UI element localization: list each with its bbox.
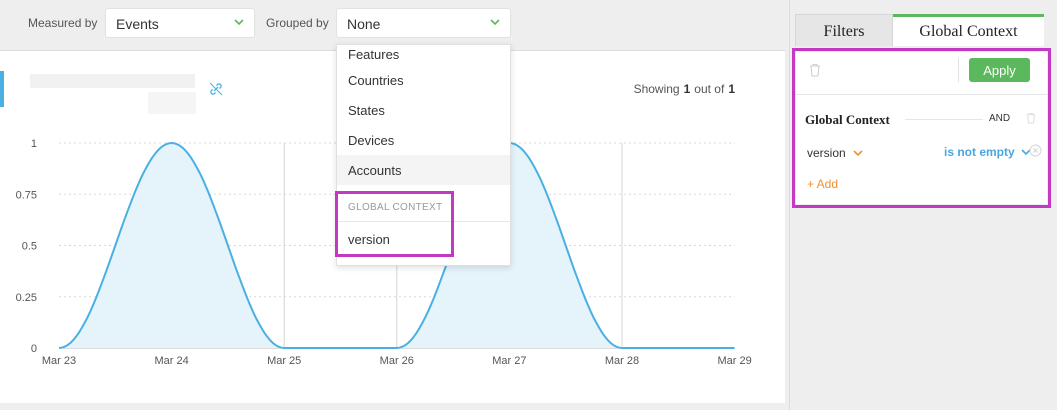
x-tick-label: Mar 23 xyxy=(42,355,76,367)
dropdown-item-states[interactable]: States xyxy=(337,95,510,125)
y-tick-label: 1 xyxy=(31,138,37,150)
y-tick-label: 0 xyxy=(31,343,37,355)
highlight-box xyxy=(335,191,454,257)
dropdown-item-countries[interactable]: Countries xyxy=(337,65,510,95)
x-tick-label: Mar 25 xyxy=(267,355,301,367)
tab-global-context[interactable]: Global Context xyxy=(893,14,1044,46)
x-tick-label: Mar 29 xyxy=(717,355,751,367)
x-tick-label: Mar 28 xyxy=(605,355,639,367)
y-tick-label: 0.25 xyxy=(16,292,37,304)
y-tick-label: 0.75 xyxy=(16,189,37,201)
y-tick-label: 0.5 xyxy=(22,241,37,253)
tab-filters[interactable]: Filters xyxy=(795,14,893,46)
highlight-box xyxy=(792,48,1051,208)
dropdown-item-devices[interactable]: Devices xyxy=(337,125,510,155)
x-tick-label: Mar 26 xyxy=(380,355,414,367)
dropdown-item-accounts[interactable]: Accounts xyxy=(337,155,510,185)
x-tick-label: Mar 27 xyxy=(492,355,526,367)
x-tick-label: Mar 24 xyxy=(154,355,188,367)
